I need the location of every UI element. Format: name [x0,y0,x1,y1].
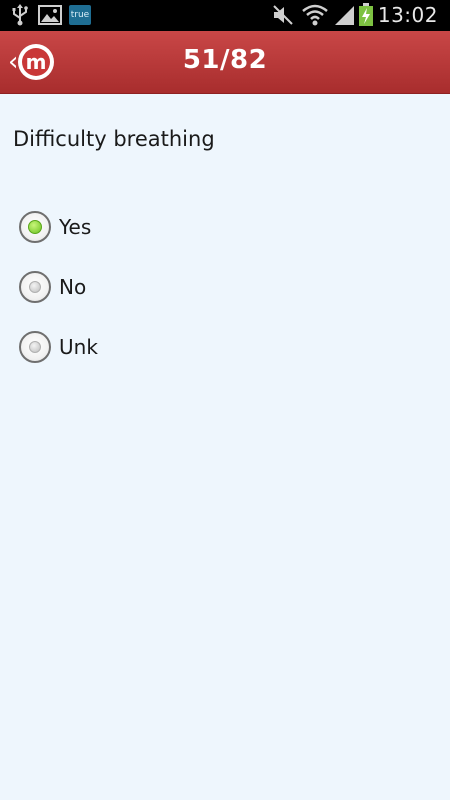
option-yes[interactable]: Yes [19,209,91,245]
option-label-unk: Unk [59,335,98,359]
mute-icon [272,4,294,26]
app-header: ‹ m 51/82 [0,31,450,94]
radio-unk[interactable] [19,331,51,363]
battery-charging-icon [358,3,374,26]
option-unk[interactable]: Unk [19,329,98,365]
radio-dot-icon [28,220,42,234]
image-icon [38,4,62,26]
status-bar: true 13:02 [0,0,450,31]
radio-dot-icon [29,341,41,353]
option-label-yes: Yes [59,215,92,239]
option-label-no: No [59,275,87,299]
wifi-icon [302,4,328,26]
radio-dot-icon [29,281,41,293]
usb-icon [10,4,30,26]
true-app-icon: true [69,4,91,26]
page-title: 51/82 [182,45,268,75]
radio-yes[interactable] [19,211,51,243]
status-clock: 13:02 [377,3,438,27]
signal-icon [332,4,356,26]
true-badge: true [69,5,91,25]
question-text: Difficulty breathing [13,127,215,151]
option-no[interactable]: No [19,269,86,305]
radio-no[interactable] [19,271,51,303]
